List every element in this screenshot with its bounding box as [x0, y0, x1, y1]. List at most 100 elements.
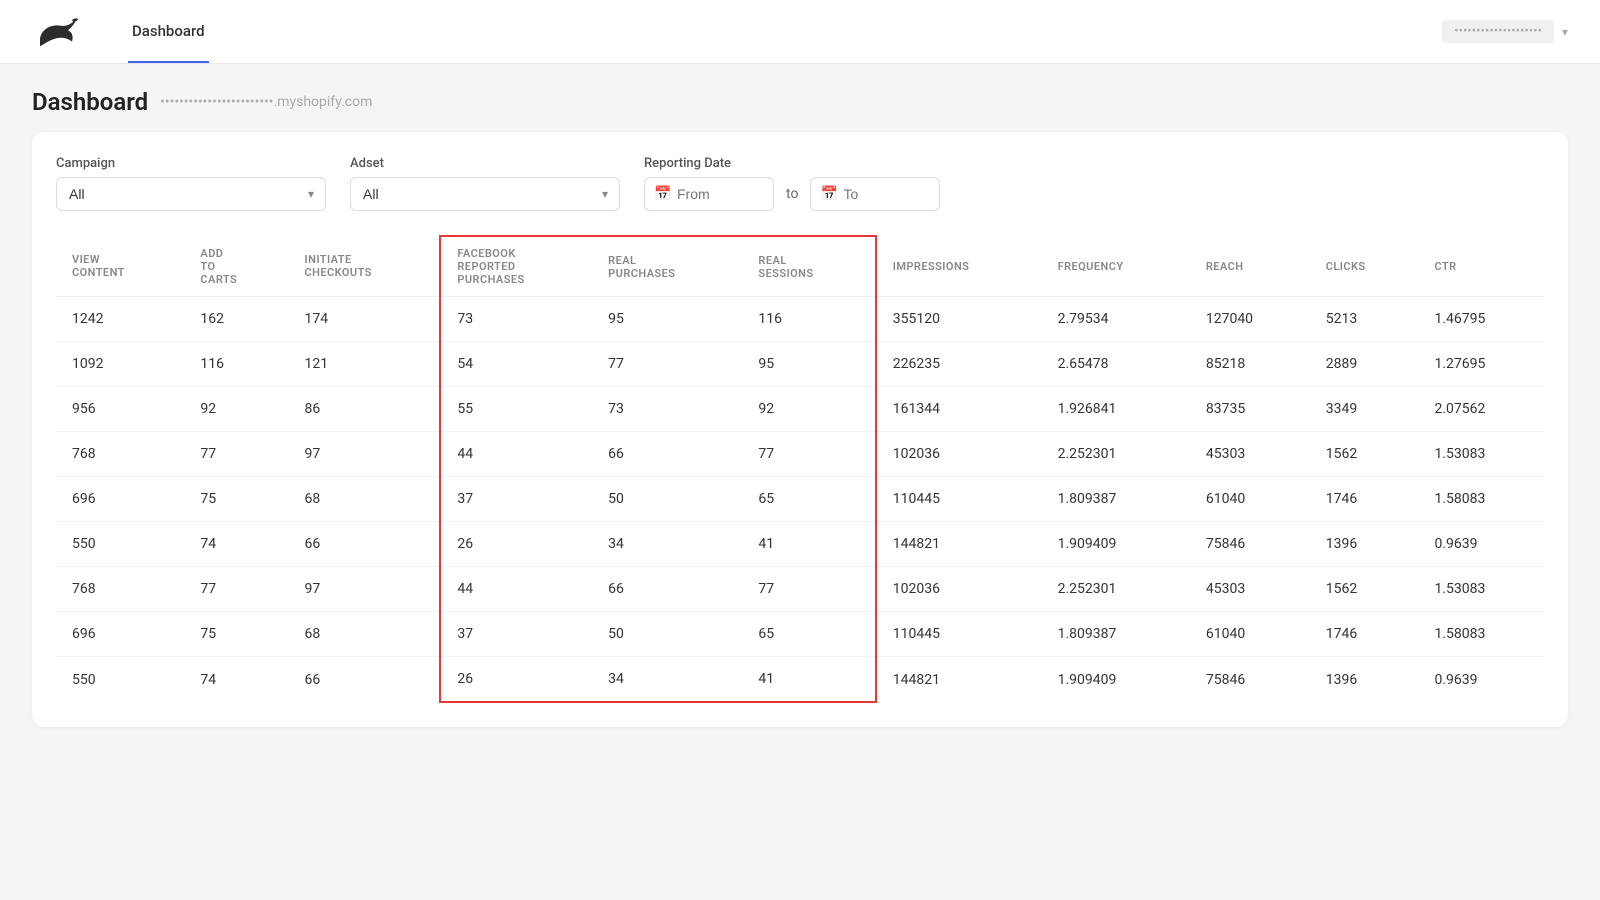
data-table: VIEWCONTENT ADDTOCARTS INITIATECHECKOUTS… — [56, 235, 1544, 703]
cell-facebook_reported_purchases: 73 — [440, 297, 592, 342]
cell-real_sessions: 77 — [742, 567, 875, 612]
to-date-input[interactable] — [810, 177, 940, 211]
cell-frequency: 1.926841 — [1042, 387, 1190, 432]
user-label[interactable]: •••••••••••••••••••• — [1442, 20, 1554, 43]
cell-ctr: 1.58083 — [1418, 612, 1544, 657]
cell-facebook_reported_purchases: 37 — [440, 477, 592, 522]
cell-facebook_reported_purchases: 55 — [440, 387, 592, 432]
to-separator: to — [782, 186, 802, 202]
adset-select-wrapper: All — [350, 177, 620, 211]
cell-view_content: 768 — [56, 567, 184, 612]
cell-frequency: 2.252301 — [1042, 567, 1190, 612]
cell-impressions: 110445 — [876, 477, 1042, 522]
cell-add_to_carts: 116 — [184, 342, 288, 387]
cell-add_to_carts: 162 — [184, 297, 288, 342]
cell-facebook_reported_purchases: 44 — [440, 432, 592, 477]
col-facebook-reported-purchases: FACEBOOKREPORTEDPURCHASES — [440, 236, 592, 297]
cell-ctr: 1.46795 — [1418, 297, 1544, 342]
col-frequency: FREQUENCY — [1042, 236, 1190, 297]
cell-real_purchases: 73 — [592, 387, 742, 432]
cell-ctr: 0.9639 — [1418, 522, 1544, 567]
cell-real_sessions: 41 — [742, 657, 875, 703]
cell-ctr: 1.58083 — [1418, 477, 1544, 522]
cell-clicks: 1562 — [1310, 567, 1419, 612]
cell-real_sessions: 65 — [742, 477, 875, 522]
cell-add_to_carts: 75 — [184, 612, 288, 657]
cell-impressions: 226235 — [876, 342, 1042, 387]
cell-real_sessions: 95 — [742, 342, 875, 387]
cell-clicks: 1562 — [1310, 432, 1419, 477]
cell-view_content: 956 — [56, 387, 184, 432]
dashboard-card: Campaign All Adset All Reporting Dat — [32, 132, 1568, 727]
table-row: 76877974466771020362.2523014530315621.53… — [56, 432, 1544, 477]
cell-impressions: 144821 — [876, 522, 1042, 567]
adset-label: Adset — [350, 156, 620, 171]
cell-facebook_reported_purchases: 26 — [440, 657, 592, 703]
cell-impressions: 102036 — [876, 567, 1042, 612]
date-inputs: 📅 to 📅 — [644, 177, 940, 211]
col-initiate-checkouts: INITIATECHECKOUTS — [289, 236, 441, 297]
adset-filter: Adset All — [350, 156, 620, 211]
to-date-wrapper: 📅 — [810, 177, 940, 211]
campaign-select[interactable]: All — [56, 177, 326, 211]
col-add-to-carts: ADDTOCARTS — [184, 236, 288, 297]
table-body: 124216217473951163551202.795341270405213… — [56, 297, 1544, 703]
cell-initiate_checkouts: 97 — [289, 567, 441, 612]
nav-dashboard[interactable]: Dashboard — [128, 0, 209, 63]
cell-clicks: 1746 — [1310, 612, 1419, 657]
cell-ctr: 0.9639 — [1418, 657, 1544, 703]
cell-view_content: 1242 — [56, 297, 184, 342]
cell-real_sessions: 92 — [742, 387, 875, 432]
cell-initiate_checkouts: 174 — [289, 297, 441, 342]
cell-reach: 61040 — [1190, 612, 1310, 657]
user-chevron-icon[interactable]: ▾ — [1562, 25, 1568, 39]
col-clicks: CLICKS — [1310, 236, 1419, 297]
page-title: Dashboard — [32, 88, 148, 116]
cell-frequency: 1.909409 — [1042, 522, 1190, 567]
cell-real_purchases: 95 — [592, 297, 742, 342]
cell-view_content: 696 — [56, 477, 184, 522]
cell-add_to_carts: 74 — [184, 522, 288, 567]
cell-initiate_checkouts: 86 — [289, 387, 441, 432]
cell-initiate_checkouts: 121 — [289, 342, 441, 387]
from-date-input[interactable] — [644, 177, 774, 211]
cell-ctr: 1.53083 — [1418, 432, 1544, 477]
data-table-wrapper: VIEWCONTENT ADDTOCARTS INITIATECHECKOUTS… — [56, 235, 1544, 703]
col-real-purchases: REALPURCHASES — [592, 236, 742, 297]
col-reach: REACH — [1190, 236, 1310, 297]
nav-links: Dashboard — [128, 0, 233, 63]
table-row: 55074662634411448211.9094097584613960.96… — [56, 657, 1544, 703]
cell-add_to_carts: 77 — [184, 432, 288, 477]
col-real-sessions: REALSESSIONS — [742, 236, 875, 297]
date-label: Reporting Date — [644, 156, 940, 171]
cell-real_sessions: 116 — [742, 297, 875, 342]
from-date-wrapper: 📅 — [644, 177, 774, 211]
cell-view_content: 696 — [56, 612, 184, 657]
table-row: 69675683750651104451.8093876104017461.58… — [56, 477, 1544, 522]
date-range-filter: Reporting Date 📅 to 📅 — [644, 156, 940, 211]
adset-select[interactable]: All — [350, 177, 620, 211]
cell-add_to_carts: 74 — [184, 657, 288, 703]
cell-impressions: 355120 — [876, 297, 1042, 342]
cell-real_purchases: 34 — [592, 522, 742, 567]
cell-real_sessions: 65 — [742, 612, 875, 657]
cell-view_content: 550 — [56, 657, 184, 703]
cell-real_purchases: 66 — [592, 432, 742, 477]
table-row: 124216217473951163551202.795341270405213… — [56, 297, 1544, 342]
top-navigation: Dashboard •••••••••••••••••••• ▾ — [0, 0, 1600, 64]
cell-initiate_checkouts: 68 — [289, 612, 441, 657]
cell-view_content: 550 — [56, 522, 184, 567]
cell-view_content: 1092 — [56, 342, 184, 387]
cell-add_to_carts: 92 — [184, 387, 288, 432]
logo[interactable] — [32, 14, 80, 50]
cell-add_to_carts: 75 — [184, 477, 288, 522]
cell-real_purchases: 50 — [592, 612, 742, 657]
campaign-filter: Campaign All — [56, 156, 326, 211]
cell-clicks: 5213 — [1310, 297, 1419, 342]
col-impressions: IMPRESSIONS — [876, 236, 1042, 297]
campaign-select-wrapper: All — [56, 177, 326, 211]
cell-facebook_reported_purchases: 26 — [440, 522, 592, 567]
cell-frequency: 1.909409 — [1042, 657, 1190, 703]
cell-frequency: 2.79534 — [1042, 297, 1190, 342]
cell-reach: 45303 — [1190, 432, 1310, 477]
